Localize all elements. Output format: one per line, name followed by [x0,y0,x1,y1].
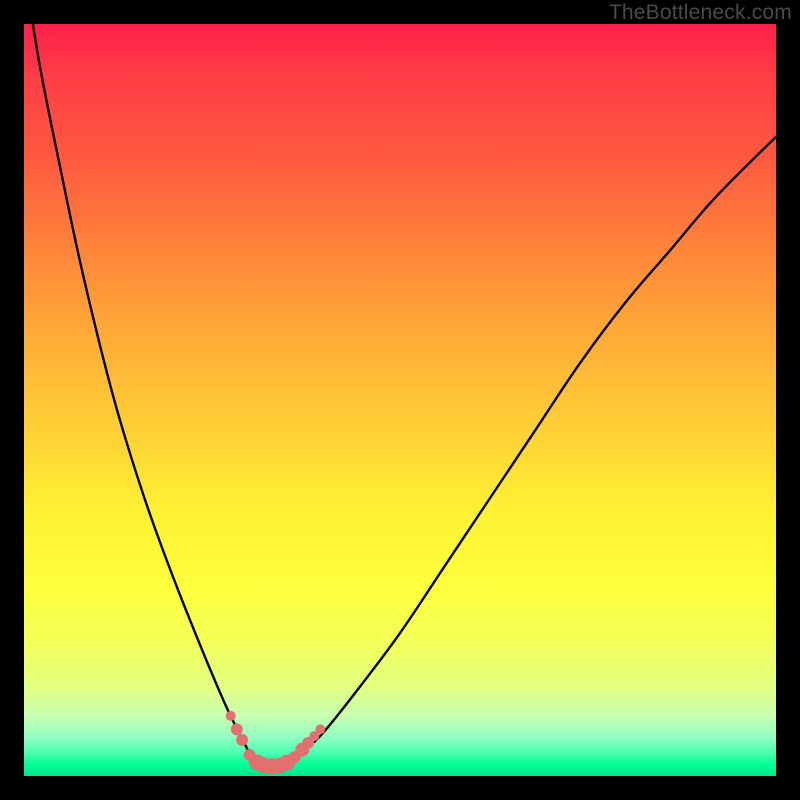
data-marker [231,723,243,735]
plot-area [24,24,776,776]
data-marker [226,711,236,721]
marker-layer [226,711,325,774]
watermark-text: TheBottleneck.com [609,1,792,25]
bottleneck-curve-path [24,24,776,767]
data-marker [236,734,248,746]
curve-layer [24,24,776,767]
chart-svg [24,24,776,776]
data-marker [315,724,325,734]
chart-frame: TheBottleneck.com [0,0,800,800]
